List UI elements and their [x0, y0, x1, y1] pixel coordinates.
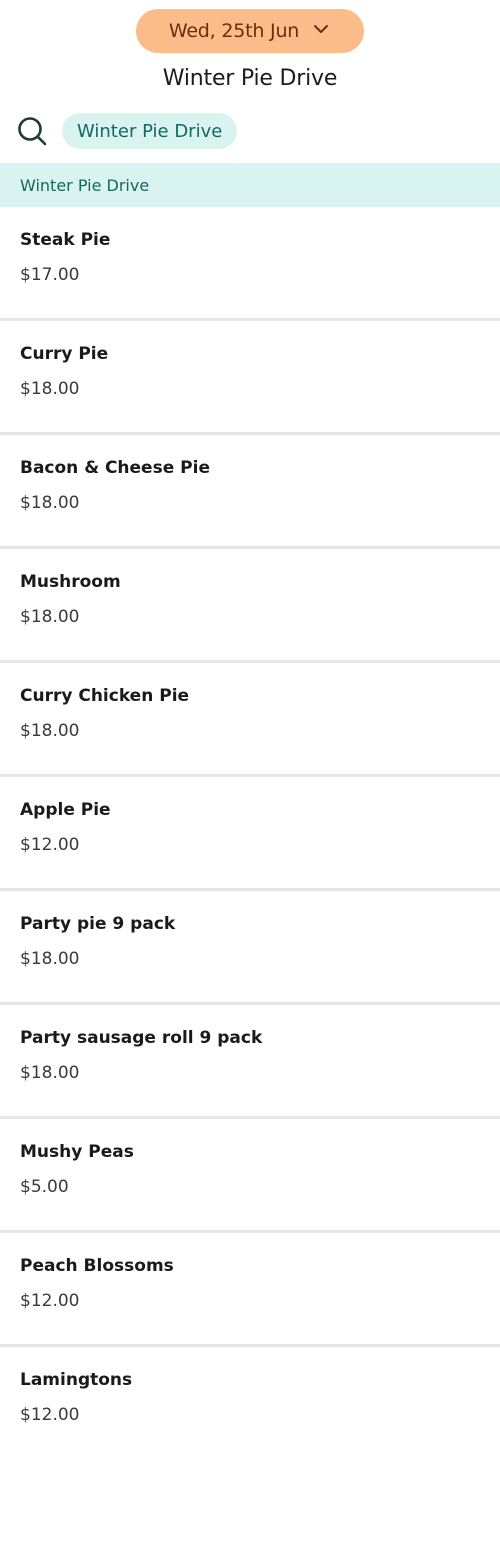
item-price: $18.00: [20, 949, 80, 969]
item-price: $18.00: [20, 721, 80, 741]
item-price: $12.00: [20, 1291, 80, 1311]
item-name: Party sausage roll 9 pack: [20, 1028, 263, 1048]
search-row: Winter Pie Drive: [0, 111, 500, 151]
menu-item[interactable]: Bacon & Cheese Pie $18.00: [0, 435, 500, 549]
category-chip-active[interactable]: Winter Pie Drive: [62, 113, 238, 149]
item-name: Peach Blossoms: [20, 1256, 174, 1276]
item-price: $5.00: [20, 1177, 69, 1197]
menu-item[interactable]: Curry Chicken Pie $18.00: [0, 663, 500, 777]
menu-list: Steak Pie $17.00 Curry Pie $18.00 Bacon …: [0, 207, 500, 1461]
item-name: Curry Chicken Pie: [20, 686, 190, 706]
date-label: Wed, 25th Jun: [168, 20, 300, 42]
search-icon[interactable]: [16, 115, 48, 147]
item-price: $18.00: [20, 607, 80, 627]
menu-item[interactable]: Party pie 9 pack $18.00: [0, 891, 500, 1005]
item-price: $17.00: [20, 265, 80, 285]
page-title: Winter Pie Drive: [162, 66, 338, 91]
menu-item[interactable]: Mushroom $18.00: [0, 549, 500, 663]
chevron-down-icon: [311, 19, 331, 43]
item-price: $12.00: [20, 1405, 80, 1425]
menu-item[interactable]: Lamingtons $12.00: [0, 1347, 500, 1461]
item-name: Mushroom: [20, 572, 121, 592]
item-price: $18.00: [20, 379, 80, 399]
item-name: Bacon & Cheese Pie: [20, 458, 210, 478]
menu-item[interactable]: Steak Pie $17.00: [0, 207, 500, 321]
menu-item[interactable]: Party sausage roll 9 pack $18.00: [0, 1005, 500, 1119]
menu-item[interactable]: Apple Pie $12.00: [0, 777, 500, 891]
menu-item[interactable]: Curry Pie $18.00: [0, 321, 500, 435]
item-name: Lamingtons: [20, 1370, 133, 1390]
item-name: Curry Pie: [20, 344, 109, 364]
item-name: Mushy Peas: [20, 1142, 134, 1162]
item-name: Party pie 9 pack: [20, 914, 176, 934]
item-price: $18.00: [20, 493, 80, 513]
section-header: Winter Pie Drive: [0, 163, 500, 207]
item-price: $18.00: [20, 1063, 80, 1083]
item-name: Apple Pie: [20, 800, 111, 820]
item-name: Steak Pie: [20, 230, 111, 250]
menu-item[interactable]: Peach Blossoms $12.00: [0, 1233, 500, 1347]
menu-item[interactable]: Mushy Peas $5.00: [0, 1119, 500, 1233]
item-price: $12.00: [20, 835, 80, 855]
date-selector-button[interactable]: Wed, 25th Jun: [136, 9, 364, 53]
